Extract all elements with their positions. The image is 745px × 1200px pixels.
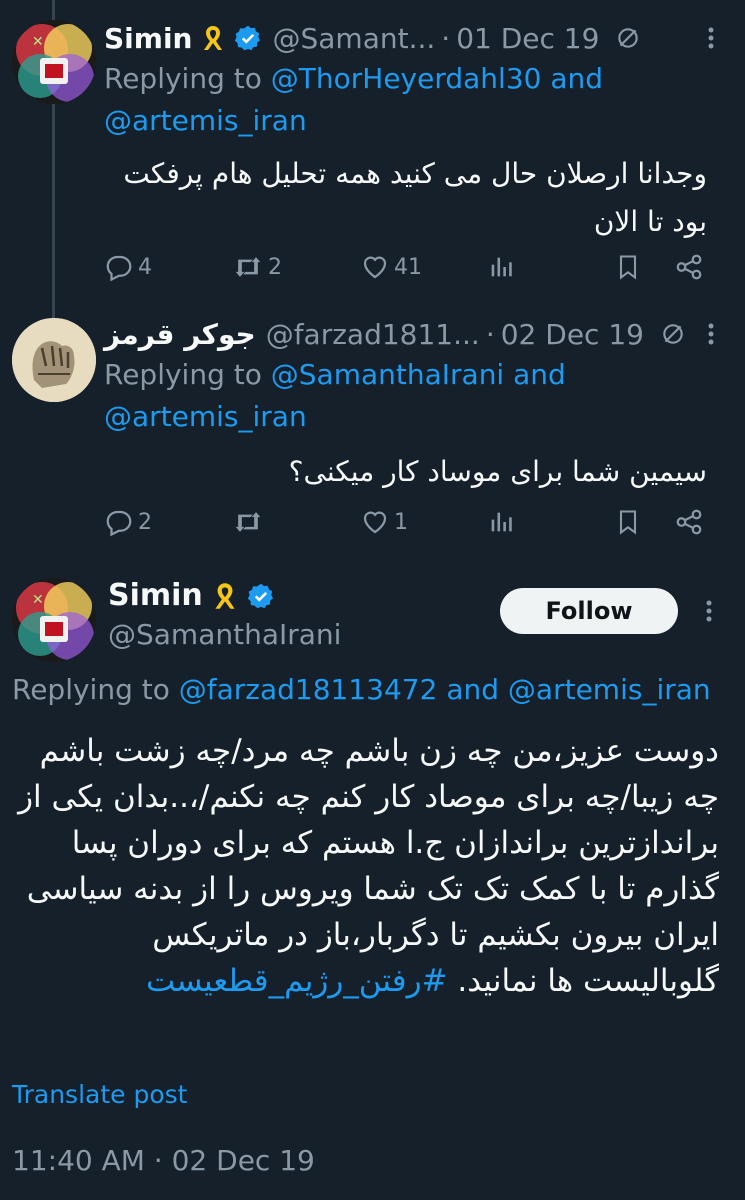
- hashtag-link[interactable]: #رفتن_رژیم_قطعیست: [146, 963, 448, 999]
- mention-link[interactable]: @farzad18113472: [179, 673, 438, 706]
- replying-to: Replying to @ThorHeyerdahl30 and @artemi…: [104, 62, 604, 137]
- share-button[interactable]: [674, 252, 704, 282]
- post-date[interactable]: 01 Dec 19: [456, 22, 599, 55]
- share-button[interactable]: [674, 507, 704, 537]
- replying-to: Replying to @SamanthaIrani and @artemis_…: [104, 358, 566, 433]
- tweet-text: سیمین شما برای موساد کار میکنی؟: [288, 455, 707, 488]
- bookmark-button[interactable]: [614, 507, 642, 537]
- tweet-text: وجدانا ارصلان حال می کنید همه تحلیل هام …: [123, 157, 707, 238]
- tweet-text: دوست عزیز،من چه زن باشم چه مرد/چه زشت با…: [18, 733, 719, 999]
- avatar[interactable]: ✕: [12, 20, 96, 104]
- mention-link[interactable]: @ThorHeyerdahl30: [271, 62, 542, 95]
- display-name[interactable]: Simin: [104, 22, 192, 55]
- avatar[interactable]: ✕: [12, 578, 96, 662]
- svg-text:✕: ✕: [32, 592, 44, 608]
- action-bar: 2 1: [104, 502, 714, 542]
- like-button[interactable]: 1: [360, 507, 408, 537]
- post-timestamp[interactable]: 11:40 AM · 02 Dec 19: [12, 1144, 315, 1177]
- views-button[interactable]: [487, 507, 515, 537]
- repost-button[interactable]: [232, 507, 268, 537]
- verified-badge-icon: [247, 582, 275, 610]
- handle[interactable]: @Samant...: [272, 22, 435, 55]
- views-button[interactable]: [487, 252, 515, 282]
- ribbon-icon: [198, 23, 228, 53]
- display-name[interactable]: جوکر قرمز: [104, 318, 256, 351]
- action-bar: 4 2 41: [104, 247, 714, 287]
- separator-dot: ·: [485, 317, 495, 351]
- tweet-reply-2[interactable]: جوکر قرمز @farzad1811... · 02 Dec 19 Rep…: [104, 314, 745, 496]
- separator-dot: ·: [441, 21, 451, 55]
- bookmark-button[interactable]: [614, 252, 642, 282]
- handle[interactable]: @farzad1811...: [266, 318, 480, 351]
- reply-button[interactable]: 2: [104, 507, 152, 537]
- edited-icon[interactable]: [660, 321, 686, 347]
- handle[interactable]: @SamanthaIrani: [108, 618, 341, 651]
- more-options-icon[interactable]: [707, 321, 715, 347]
- mention-link[interactable]: @artemis_iran: [508, 673, 711, 706]
- mention-link[interactable]: @artemis_iran: [104, 104, 307, 137]
- translate-post-link[interactable]: Translate post: [12, 1080, 187, 1109]
- reply-button[interactable]: 4: [104, 252, 152, 282]
- author-row: Simin: [108, 578, 275, 613]
- replying-to: Replying to @farzad18113472 and @artemis…: [12, 673, 711, 706]
- more-options-icon[interactable]: [705, 598, 715, 624]
- like-button[interactable]: 41: [360, 252, 422, 282]
- svg-text:✕: ✕: [32, 34, 44, 50]
- edited-icon[interactable]: [615, 25, 641, 51]
- post-date[interactable]: 02 Dec 19: [501, 318, 644, 351]
- mention-link[interactable]: @SamanthaIrani: [271, 358, 504, 391]
- mention-link[interactable]: @artemis_iran: [104, 400, 307, 433]
- tweet-reply-1[interactable]: Simin @Samant... · 01 Dec 19 Replying to…: [104, 18, 745, 246]
- ribbon-icon: [209, 580, 241, 612]
- verified-badge-icon: [234, 24, 262, 52]
- follow-button[interactable]: Follow: [500, 588, 678, 634]
- avatar[interactable]: [12, 318, 96, 402]
- display-name[interactable]: Simin: [108, 578, 203, 613]
- repost-button[interactable]: 2: [232, 252, 282, 282]
- thread-line: [52, 100, 55, 325]
- more-options-icon[interactable]: [707, 25, 715, 51]
